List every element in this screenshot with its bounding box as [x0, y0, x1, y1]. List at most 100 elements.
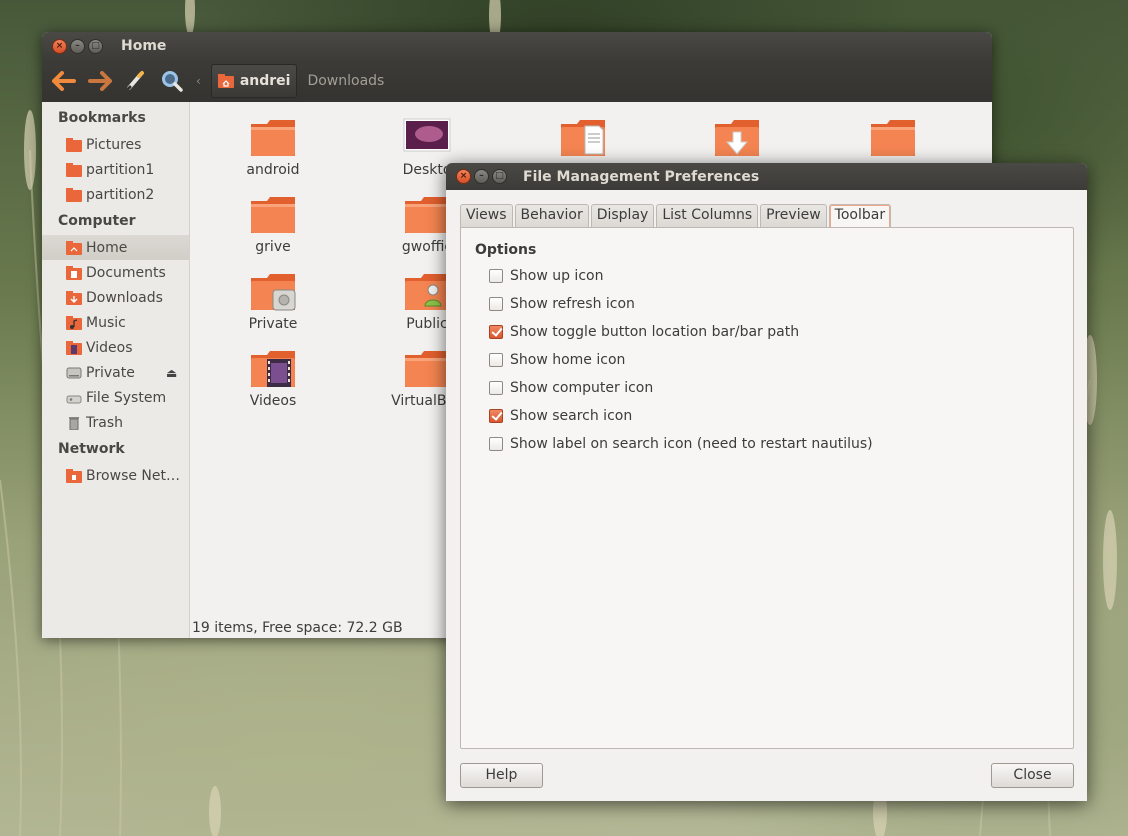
sidebar-item-label: Trash: [86, 414, 123, 431]
desktop-folder-icon: [403, 118, 451, 158]
checkbox[interactable]: [489, 297, 503, 311]
window-close-button[interactable]: ×: [52, 38, 67, 54]
option-show-refresh-icon[interactable]: Show refresh icon: [489, 294, 635, 314]
option-show-computer-icon[interactable]: Show computer icon: [489, 378, 653, 398]
sidebar-item-home[interactable]: Home: [42, 235, 189, 260]
file-item-grive[interactable]: grive: [208, 195, 338, 255]
file-manager-titlebar[interactable]: × – □ Home: [42, 32, 992, 60]
sidebar-item-trash[interactable]: Trash: [42, 410, 189, 435]
videos-folder-icon: [249, 349, 297, 389]
sidebar-heading-bookmarks: Bookmarks: [58, 110, 146, 126]
documents-icon: [66, 265, 82, 280]
downloads-folder-icon: [713, 118, 761, 158]
dialog-maximize-button[interactable]: □: [492, 169, 507, 184]
places-sidebar: Bookmarks Pictures partition1 partition2…: [42, 102, 190, 638]
option-show-label-on-search-icon[interactable]: Show label on search icon (need to resta…: [489, 434, 873, 454]
drive-icon: [66, 366, 82, 380]
dialog-minimize-button[interactable]: –: [474, 169, 489, 184]
file-item-android[interactable]: android: [208, 118, 338, 178]
tab-list-columns[interactable]: List Columns: [656, 204, 759, 227]
folder-icon: [403, 195, 451, 235]
option-label: Show computer icon: [510, 380, 654, 396]
option-show-home-icon[interactable]: Show home icon: [489, 350, 625, 370]
sidebar-item-browse-network[interactable]: Browse Net…: [42, 463, 189, 488]
pencil-icon: [126, 71, 144, 91]
sidebar-item-partition2[interactable]: partition2: [42, 182, 189, 207]
folder-icon: [249, 118, 297, 158]
tab-views[interactable]: Views: [460, 204, 513, 227]
window-title: Home: [121, 38, 167, 54]
file-name: android: [246, 162, 300, 178]
dialog-close-button[interactable]: ×: [456, 169, 471, 184]
file-name: Videos: [249, 393, 297, 409]
dialog-title: File Management Preferences: [523, 168, 760, 185]
tab-display[interactable]: Display: [590, 204, 655, 227]
preferences-tabs: Views Behavior Display List Columns Prev…: [460, 204, 892, 228]
file-item-videos[interactable]: Videos: [208, 349, 338, 409]
sidebar-item-label: Documents: [86, 264, 166, 281]
downloads-icon: [66, 290, 82, 305]
forward-button[interactable]: [84, 65, 116, 97]
eject-icon[interactable]: ⏏: [166, 366, 177, 380]
folder-icon: [66, 187, 82, 202]
folder-icon: [66, 162, 82, 177]
file-item-private[interactable]: Private: [208, 272, 338, 332]
preferences-titlebar[interactable]: × – □ File Management Preferences: [446, 163, 1087, 190]
close-button[interactable]: Close: [991, 763, 1074, 788]
sidebar-item-label: Videos: [86, 339, 133, 356]
sidebar-item-pictures[interactable]: Pictures: [42, 132, 189, 157]
option-label: Show refresh icon: [510, 296, 635, 312]
option-label: Show toggle button location bar/bar path: [510, 324, 800, 340]
sidebar-item-downloads[interactable]: Downloads: [42, 285, 189, 310]
network-icon: [66, 468, 82, 483]
back-button[interactable]: [48, 65, 80, 97]
window-minimize-button[interactable]: –: [70, 38, 85, 54]
sidebar-item-videos[interactable]: Videos: [42, 335, 189, 360]
file-item-documents[interactable]: [518, 118, 648, 162]
sidebar-item-label: partition2: [86, 186, 155, 203]
breadcrumb-home[interactable]: andrei: [210, 64, 298, 98]
home-folder-icon: [217, 74, 234, 88]
help-button[interactable]: Help: [460, 763, 543, 788]
videos-icon: [66, 340, 82, 355]
sidebar-item-file-system[interactable]: File System: [42, 385, 189, 410]
checkbox[interactable]: [489, 381, 503, 395]
sidebar-item-private[interactable]: Private ⏏: [42, 360, 189, 385]
sidebar-item-label: Music: [86, 314, 126, 331]
option-label: Show search icon: [510, 408, 633, 424]
home-folder-icon: [66, 240, 82, 255]
checkbox[interactable]: [489, 353, 503, 367]
checkbox-checked[interactable]: [489, 409, 503, 423]
sidebar-item-music[interactable]: Music: [42, 310, 189, 335]
back-arrow-icon: [52, 71, 76, 91]
checkbox[interactable]: [489, 269, 503, 283]
window-controls: × – □: [52, 38, 103, 54]
breadcrumb-home-label: andrei: [239, 73, 291, 89]
tab-preview[interactable]: Preview: [760, 204, 827, 227]
breadcrumb-scroll-left-icon[interactable]: ‹: [196, 74, 201, 88]
sidebar-item-documents[interactable]: Documents: [42, 260, 189, 285]
music-icon: [66, 315, 82, 330]
trash-icon: [66, 416, 82, 430]
breadcrumb-downloads[interactable]: Downloads: [307, 73, 384, 89]
preferences-dialog: × – □ File Management Preferences Views …: [446, 163, 1087, 801]
window-maximize-button[interactable]: □: [88, 38, 103, 54]
file-item-folder[interactable]: [828, 118, 958, 162]
file-manager-toolbar: ‹ andrei Downloads: [42, 60, 992, 102]
documents-folder-icon: [559, 118, 607, 158]
options-heading: Options: [475, 242, 537, 258]
search-button[interactable]: [156, 65, 188, 97]
checkbox-checked[interactable]: [489, 325, 503, 339]
search-icon: [162, 71, 183, 92]
checkbox[interactable]: [489, 437, 503, 451]
tab-behavior[interactable]: Behavior: [514, 204, 589, 227]
option-show-up-icon[interactable]: Show up icon: [489, 266, 603, 286]
file-item-downloads[interactable]: [672, 118, 802, 162]
folder-icon: [869, 118, 917, 158]
option-show-toggle-location-bar[interactable]: Show toggle button location bar/bar path: [489, 322, 799, 342]
option-show-search-icon[interactable]: Show search icon: [489, 406, 632, 426]
folder-icon: [66, 137, 82, 152]
tab-toolbar[interactable]: Toolbar: [828, 204, 892, 228]
sidebar-item-partition1[interactable]: partition1: [42, 157, 189, 182]
edit-location-button[interactable]: [120, 65, 152, 97]
